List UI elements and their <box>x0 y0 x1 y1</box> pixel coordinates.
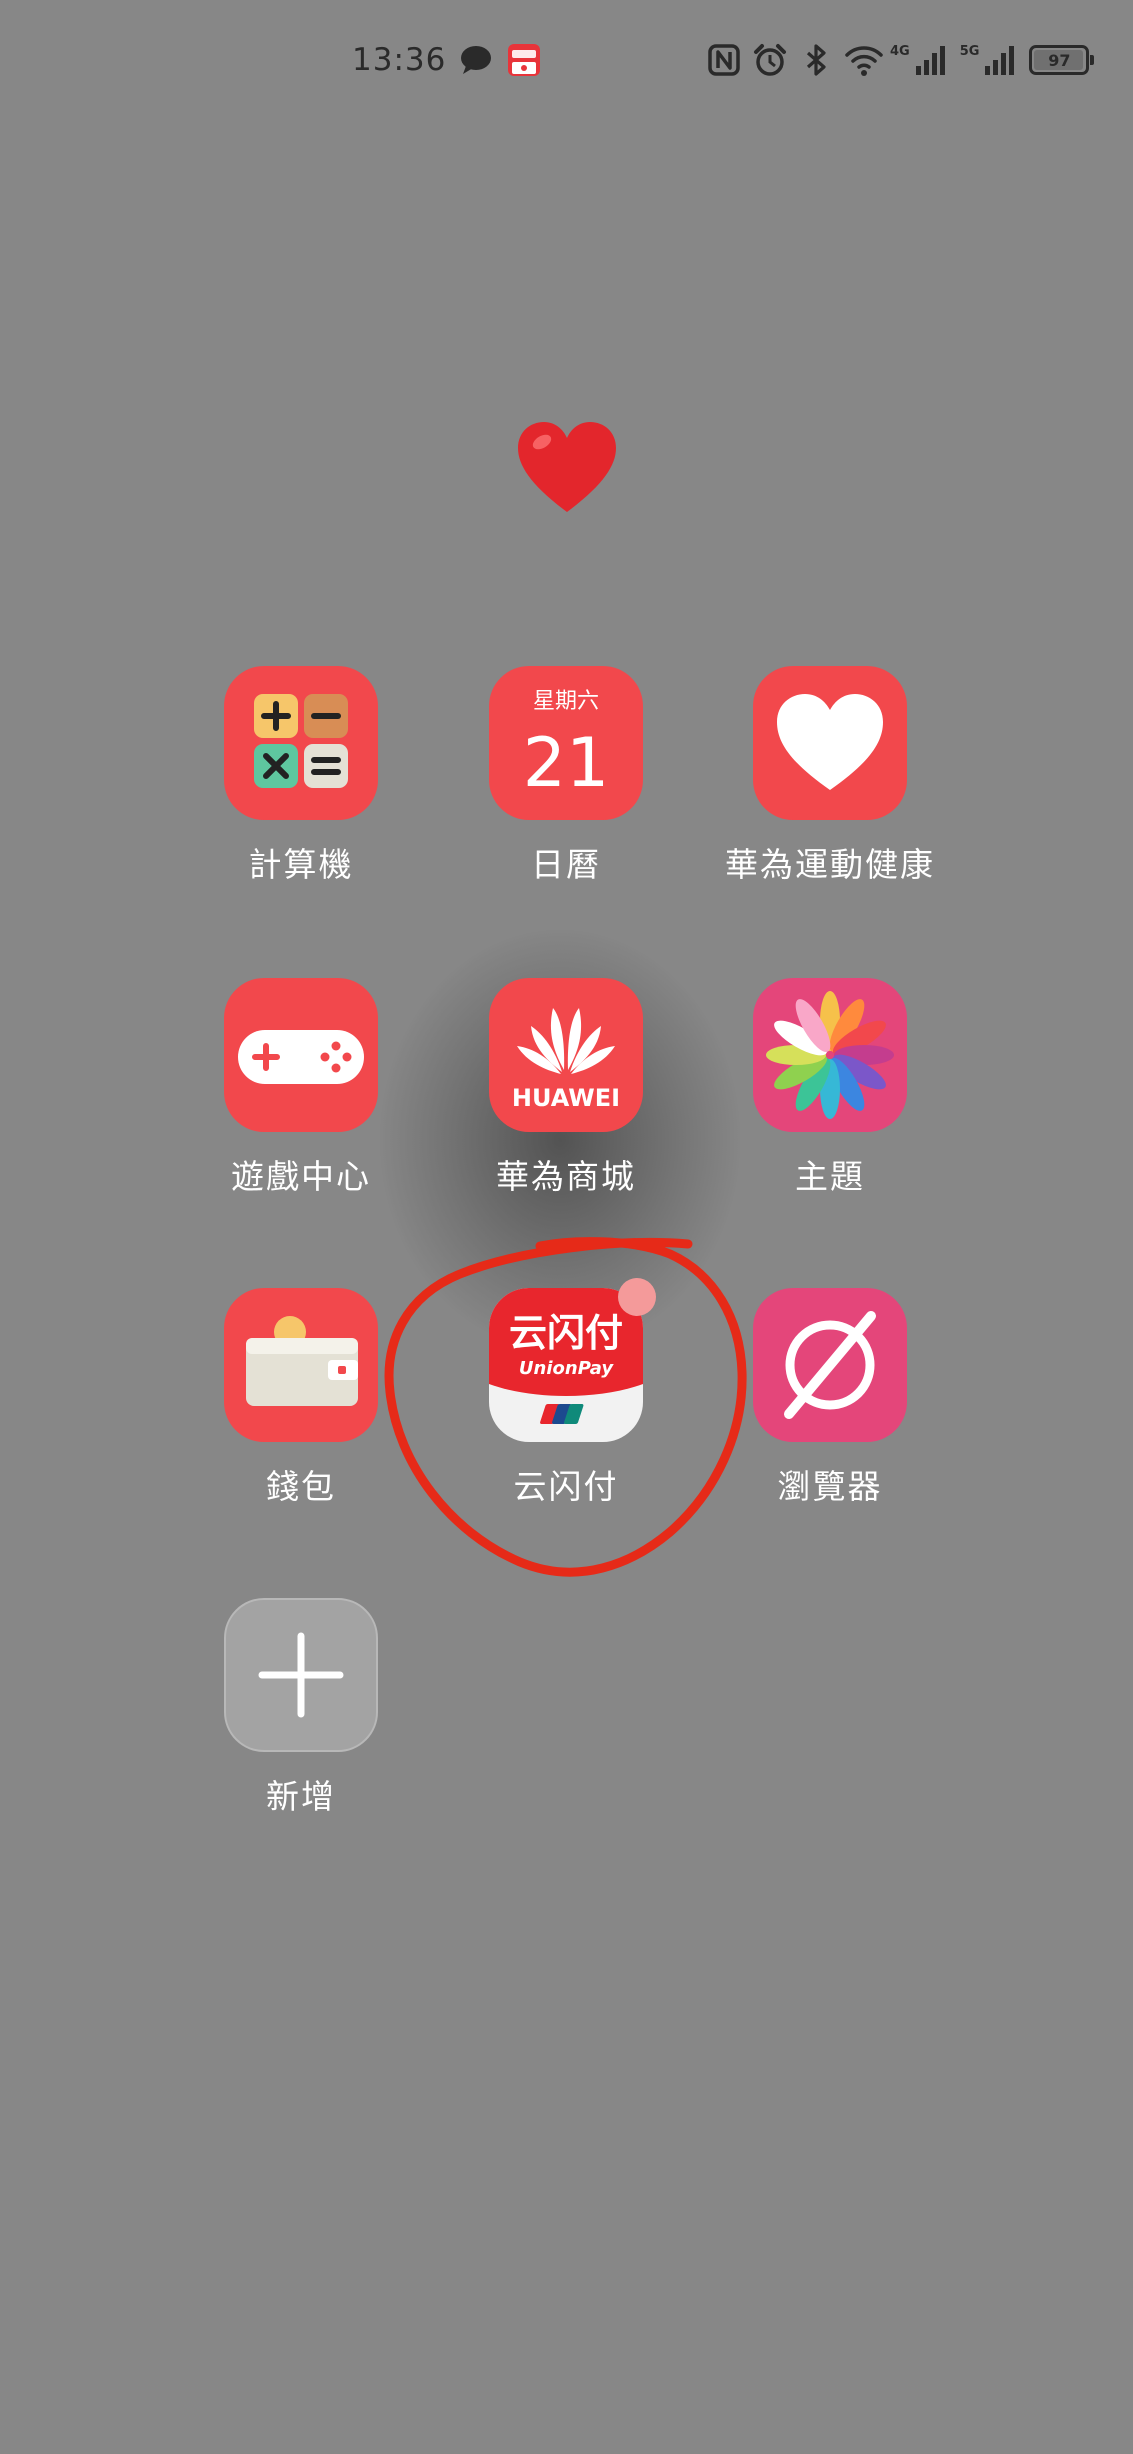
alarm-icon <box>752 42 788 78</box>
app-notification-icon <box>506 42 542 78</box>
nfc-icon <box>706 42 742 78</box>
app-calendar[interactable]: 星期六 21 日曆 <box>441 666 691 886</box>
calculator-icon <box>224 666 378 820</box>
red-heart-emoji <box>512 414 622 524</box>
app-label: 日曆 <box>531 845 601 884</box>
app-add[interactable]: 新增 <box>176 1598 426 1818</box>
app-label: 計算機 <box>248 845 354 884</box>
status-bar: 13:36 4G 5G 97 <box>0 36 1133 92</box>
battery-text: 97 <box>1048 50 1071 70</box>
app-label: 主題 <box>795 1157 865 1196</box>
status-right: 4G 5G 97 <box>706 42 1095 78</box>
app-huawei-health[interactable]: 華為運動健康 <box>705 666 955 886</box>
cellular-4g-icon <box>914 42 950 78</box>
network-5g-label: 5G <box>959 44 980 59</box>
bluetooth-icon <box>798 42 834 78</box>
huawei-wordmark: HUAWEI <box>512 1084 620 1112</box>
calendar-icon: 星期六 21 <box>489 666 643 820</box>
huawei-logo-icon: HUAWEI <box>489 978 643 1132</box>
app-huawei-store[interactable]: HUAWEI 華為商城 <box>441 978 691 1198</box>
battery-icon: 97 <box>1029 45 1095 75</box>
app-calculator[interactable]: 計算機 <box>176 666 426 886</box>
calendar-weekday: 星期六 <box>533 689 599 714</box>
app-label: 新增 <box>266 1777 336 1816</box>
health-heart-icon <box>753 666 907 820</box>
network-4g-label: 4G <box>890 44 910 59</box>
browser-compass-icon <box>753 1288 907 1442</box>
app-label: 華為運動健康 <box>725 845 935 884</box>
red-circle-annotation <box>370 1232 770 1592</box>
wallet-icon <box>224 1288 378 1442</box>
status-time: 13:36 <box>352 42 447 78</box>
app-label: 華為商城 <box>496 1157 636 1196</box>
calendar-day: 21 <box>523 724 610 803</box>
wifi-icon <box>844 42 883 78</box>
add-plus-icon <box>224 1598 378 1752</box>
themes-pinwheel-icon <box>753 978 907 1132</box>
cellular-5g-icon <box>983 42 1019 78</box>
app-game-center[interactable]: 遊戲中心 <box>176 978 426 1198</box>
gamepad-icon <box>224 978 378 1132</box>
app-label: 遊戲中心 <box>231 1157 371 1196</box>
chat-bubble-icon <box>458 42 494 78</box>
status-left: 13:36 <box>352 42 542 78</box>
app-themes[interactable]: 主題 <box>705 978 955 1198</box>
